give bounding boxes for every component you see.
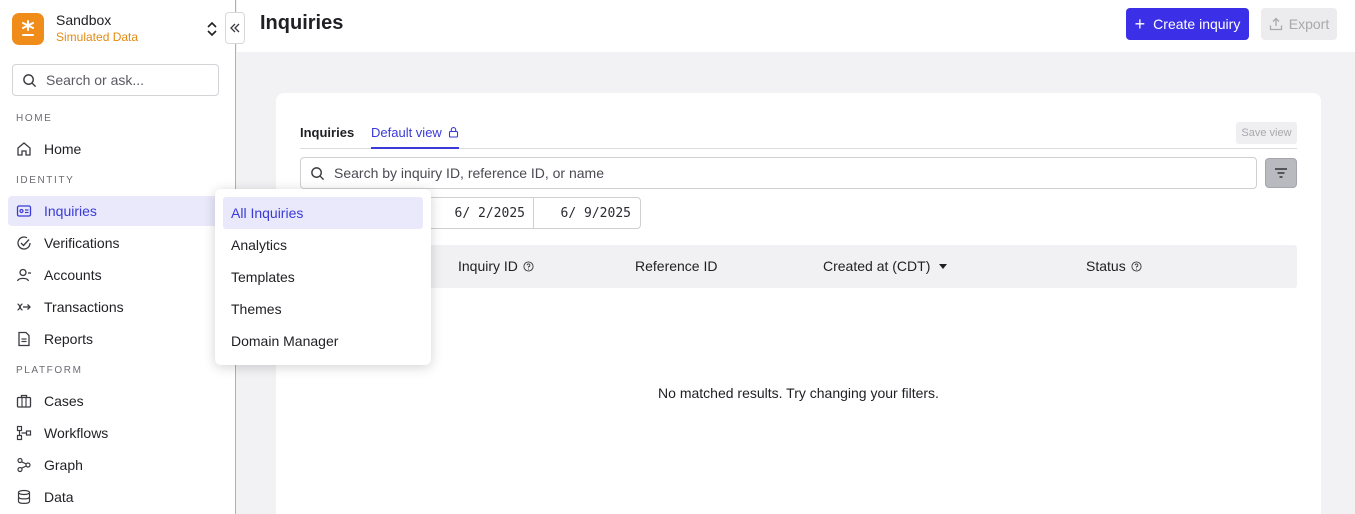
upload-icon [1269,17,1282,31]
sort-desc-icon [939,264,948,269]
sidebar-item-label: Transactions [44,299,124,315]
inquiries-submenu: All Inquiries Analytics Templates Themes… [215,189,431,365]
sidebar-item-workflows[interactable]: Workflows [8,418,236,448]
inquiries-card: Inquiries Default view Save view Search … [276,93,1321,514]
sidebar-item-label: Data [44,489,74,505]
sidebar-item-label: Workflows [44,425,109,441]
sidebar-item-data[interactable]: Data [8,482,236,512]
workspace-subtitle: Simulated Data [56,30,139,44]
section-identity: IDENTITY [16,175,75,186]
sidebar-item-label: Verifications [44,235,120,251]
save-view-button[interactable]: Save view [1236,122,1297,144]
inquiry-search-placeholder: Search by inquiry ID, reference ID, or n… [334,165,605,181]
graph-icon [17,457,31,473]
submenu-item-analytics[interactable]: Analytics [223,229,423,261]
sidebar-item-transactions[interactable]: Transactions [8,292,236,322]
sidebar-item-accounts[interactable]: Accounts [8,260,236,290]
home-icon [17,142,31,156]
lock-icon [448,127,458,138]
column-label: Created at (CDT) [823,258,931,274]
date-to-input[interactable]: 6/ 9/2025 [533,197,641,229]
submenu-item-domain-manager[interactable]: Domain Manager [223,325,423,357]
sidebar-item-label: Home [44,141,82,157]
column-label: Inquiry ID [458,258,518,274]
column-inquiry-id[interactable]: Inquiry ID [458,258,534,274]
collapse-sidebar-button[interactable] [225,12,245,44]
workspace-name: Sandbox [56,12,112,28]
page-title: Inquiries [260,12,344,34]
column-status[interactable]: Status [1086,258,1142,274]
column-label: Status [1086,258,1126,274]
sidebar-item-label: Cases [44,393,84,409]
page-header: Inquiries + Create inquiry Export [237,0,1355,52]
empty-state-message: No matched results. Try changing your fi… [658,385,939,401]
column-reference-id[interactable]: Reference ID [635,258,717,274]
tab-default-view-label: Default view [371,125,442,140]
workspace-logo-icon [12,13,44,45]
sidebar-item-label: Accounts [44,267,102,283]
view-tabs: Inquiries Default view [300,123,1297,149]
sidebar-search-placeholder: Search or ask... [46,72,145,88]
section-home: HOME [16,113,53,124]
user-icon [16,268,31,282]
create-inquiry-button[interactable]: + Create inquiry [1126,8,1249,40]
submenu-item-all-inquiries[interactable]: All Inquiries [223,197,423,229]
filter-button[interactable] [1265,158,1297,188]
transfer-arrow-icon [17,303,31,311]
sidebar: Sandbox Simulated Data Search or ask... … [0,0,236,514]
sidebar-item-verifications[interactable]: Verifications [8,228,236,258]
sidebar-item-cases[interactable]: Cases [8,386,236,416]
sidebar-item-home[interactable]: Home [8,134,236,164]
tab-default-view[interactable]: Default view [371,125,459,149]
database-icon [17,489,31,504]
check-circle-icon [17,236,31,250]
sidebar-item-label: Graph [44,457,83,473]
sidebar-search-input[interactable]: Search or ask... [12,64,219,96]
chevron-up-down-icon [207,21,217,37]
search-icon [23,73,37,87]
help-icon [1131,260,1142,272]
document-icon [18,331,30,347]
export-label: Export [1288,16,1330,32]
id-card-icon [16,205,32,217]
sidebar-item-label: Inquiries [44,203,97,219]
column-label: Reference ID [635,258,718,274]
sidebar-item-inquiries[interactable]: Inquiries [8,196,236,226]
sidebar-item-graph[interactable]: Graph [8,450,236,480]
help-icon [523,260,534,272]
create-inquiry-label: Create inquiry [1153,16,1241,32]
sidebar-item-reports[interactable]: Reports [8,324,236,354]
search-icon [311,166,325,180]
plus-icon: + [1134,14,1146,34]
workspace-switcher[interactable]: Sandbox Simulated Data [12,10,224,48]
filter-icon [1275,168,1287,178]
table-header: Inquiry ID Reference ID Created at (CDT)… [300,245,1297,288]
workflow-icon [16,425,32,441]
submenu-item-themes[interactable]: Themes [223,293,423,325]
submenu-item-templates[interactable]: Templates [223,261,423,293]
export-button[interactable]: Export [1261,8,1337,40]
sidebar-item-label: Reports [44,331,94,347]
double-chevron-left-icon [230,23,240,33]
inquiry-search-input[interactable]: Search by inquiry ID, reference ID, or n… [300,157,1257,189]
tab-inquiries[interactable]: Inquiries [300,125,354,140]
section-platform: PLATFORM [16,365,83,376]
briefcase-icon [16,394,32,408]
column-created-at[interactable]: Created at (CDT) [823,258,950,274]
